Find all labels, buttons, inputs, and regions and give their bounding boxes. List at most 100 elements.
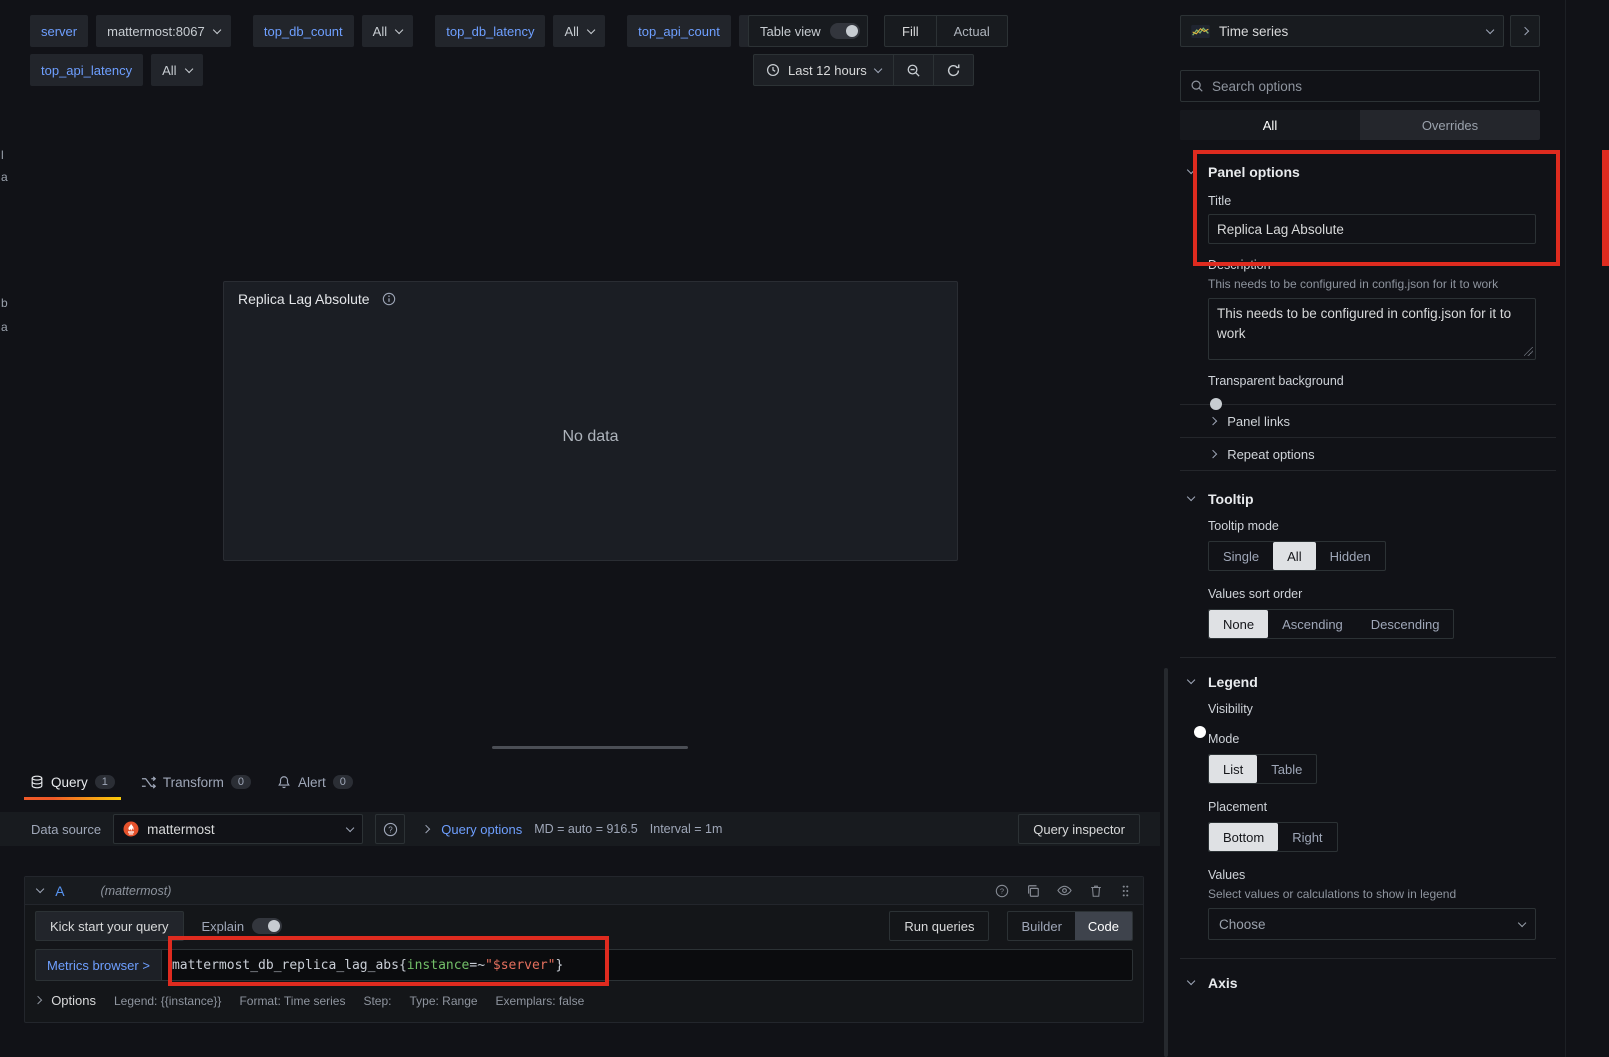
scrollbar[interactable] xyxy=(1164,668,1168,1057)
variable-value-dropdown[interactable]: All xyxy=(362,15,414,47)
prometheus-icon xyxy=(123,821,139,837)
refresh-button[interactable] xyxy=(933,54,974,86)
datasource-name: mattermost xyxy=(147,822,215,837)
table-view-control: Table view xyxy=(748,15,868,47)
actual-option[interactable]: Actual xyxy=(936,16,1007,46)
tab-overrides[interactable]: Overrides xyxy=(1360,110,1540,140)
query-row-body: Kick start your query Explain Run querie… xyxy=(25,905,1143,1022)
sort-none[interactable]: None xyxy=(1209,610,1268,638)
visualization-picker[interactable]: Time series xyxy=(1180,15,1504,47)
database-icon xyxy=(30,775,44,789)
variable-value-dropdown[interactable]: mattermost:8067 xyxy=(96,15,231,47)
sidebar-header: Time series xyxy=(1180,15,1540,47)
time-controls: Last 12 hours xyxy=(753,54,974,86)
eye-icon[interactable] xyxy=(1057,883,1072,898)
variable-label[interactable]: top_api_count xyxy=(627,15,731,47)
explain-control: Explain xyxy=(202,918,283,934)
visualization-name: Time series xyxy=(1219,24,1288,39)
chevron-down-icon xyxy=(873,65,882,74)
legend-values-select[interactable]: Choose xyxy=(1208,908,1536,940)
zoom-out-button[interactable] xyxy=(893,54,934,86)
info-icon[interactable] xyxy=(382,292,396,306)
copy-icon[interactable] xyxy=(1026,884,1040,898)
fill-option[interactable]: Fill xyxy=(885,16,936,46)
run-queries-button[interactable]: Run queries xyxy=(889,911,989,941)
legend-mode-group: List Table xyxy=(1208,754,1317,784)
query-inspector-button[interactable]: Query inspector xyxy=(1018,814,1140,844)
collapse-query-icon[interactable] xyxy=(36,885,45,894)
chevron-down-icon xyxy=(346,824,355,833)
panel-title: Replica Lag Absolute xyxy=(238,291,370,307)
editor-tabs: Query 1 Transform 0 Alert 0 xyxy=(0,764,1160,800)
section-legend[interactable]: Legend xyxy=(1208,674,1536,690)
table-view-toggle[interactable] xyxy=(830,23,860,39)
datasource-bar: Data source mattermost ? Query options M… xyxy=(0,812,1160,846)
chevron-down-icon xyxy=(1187,977,1196,986)
expr-metric: mattermost_db_replica_lag_abs xyxy=(172,958,399,973)
help-icon[interactable]: ? xyxy=(995,884,1009,898)
legend-placement-label: Placement xyxy=(1208,800,1536,814)
variable-label[interactable]: top_db_latency xyxy=(435,15,545,47)
variable-label[interactable]: top_api_latency xyxy=(30,54,143,86)
tab-query[interactable]: Query 1 xyxy=(30,764,115,800)
legend-mode-list[interactable]: List xyxy=(1209,755,1257,783)
panel-links-row[interactable]: Panel links xyxy=(1180,405,1556,438)
variable-value-dropdown[interactable]: All xyxy=(553,15,605,47)
variable-label[interactable]: server xyxy=(30,15,88,47)
description-label: Description xyxy=(1208,258,1536,272)
collapse-pane-button[interactable] xyxy=(1510,15,1540,47)
variable-value-dropdown[interactable]: All xyxy=(151,54,203,86)
section-panel-options[interactable]: Panel options xyxy=(1208,164,1536,180)
clipped-edge-text: a xyxy=(1,320,8,334)
sort-ascending[interactable]: Ascending xyxy=(1268,610,1357,638)
collapsible-rows: Panel links Repeat options xyxy=(1180,404,1556,471)
tooltip-mode-all[interactable]: All xyxy=(1273,542,1315,570)
time-range-picker[interactable]: Last 12 hours xyxy=(753,54,894,86)
panel-preview: Replica Lag Absolute No data xyxy=(223,281,958,561)
search-options-input[interactable] xyxy=(1212,79,1530,94)
variable-value: mattermost:8067 xyxy=(107,24,205,39)
metrics-browser-button[interactable]: Metrics browser > xyxy=(35,949,161,981)
explain-toggle[interactable] xyxy=(252,918,282,934)
variable-label[interactable]: top_db_count xyxy=(253,15,354,47)
panel-resize-handle[interactable] xyxy=(492,746,688,749)
promql-expression-input[interactable]: mattermost_db_replica_lag_abs{instance=~… xyxy=(161,949,1133,981)
query-row-header[interactable]: A (mattermost) ? xyxy=(25,877,1143,905)
transparent-background-label: Transparent background xyxy=(1208,374,1536,388)
repeat-options-row[interactable]: Repeat options xyxy=(1180,438,1556,471)
datasource-picker[interactable]: mattermost xyxy=(113,814,363,844)
tab-query-label: Query xyxy=(51,775,88,790)
tooltip-mode-hidden[interactable]: Hidden xyxy=(1316,542,1385,570)
tab-transform[interactable]: Transform 0 xyxy=(141,764,251,800)
tab-alert[interactable]: Alert 0 xyxy=(277,764,353,800)
datasource-help-button[interactable]: ? xyxy=(375,814,405,844)
placement-right[interactable]: Right xyxy=(1278,823,1336,851)
tooltip-mode-label: Tooltip mode xyxy=(1208,519,1536,533)
template-variable-row-1: server mattermost:8067 top_db_count All … xyxy=(30,15,790,47)
sort-descending[interactable]: Descending xyxy=(1357,610,1454,638)
panel-title-input[interactable] xyxy=(1208,214,1536,244)
section-panel-options-title: Panel options xyxy=(1208,164,1300,180)
no-data-message: No data xyxy=(224,428,957,446)
tooltip-mode-single[interactable]: Single xyxy=(1209,542,1273,570)
legend-mode-table[interactable]: Table xyxy=(1257,755,1316,783)
query-options-toggle[interactable]: Query options xyxy=(441,822,522,837)
visibility-label: Visibility xyxy=(1208,702,1536,716)
tab-all[interactable]: All xyxy=(1180,110,1360,140)
builder-option[interactable]: Builder xyxy=(1008,912,1074,940)
expr-brace-close: } xyxy=(556,958,564,973)
option-format: Format: Time series xyxy=(239,994,345,1008)
resize-corner-icon[interactable] xyxy=(1524,347,1533,356)
trash-icon[interactable] xyxy=(1089,884,1103,898)
placement-bottom[interactable]: Bottom xyxy=(1209,823,1278,851)
kick-start-query-button[interactable]: Kick start your query xyxy=(35,911,184,941)
chevron-down-icon xyxy=(1486,26,1495,35)
code-option[interactable]: Code xyxy=(1075,912,1132,940)
chevron-down-icon xyxy=(395,26,404,35)
section-tooltip[interactable]: Tooltip xyxy=(1208,491,1536,507)
query-options-summary-row[interactable]: Options Legend: {{instance}} Format: Tim… xyxy=(35,993,1133,1008)
section-axis[interactable]: Axis xyxy=(1208,975,1536,991)
drag-handle-icon[interactable] xyxy=(1120,884,1131,898)
variable-top-db-latency: top_db_latency All xyxy=(435,15,605,47)
panel-description-textarea[interactable]: This needs to be configured in config.js… xyxy=(1208,298,1536,360)
